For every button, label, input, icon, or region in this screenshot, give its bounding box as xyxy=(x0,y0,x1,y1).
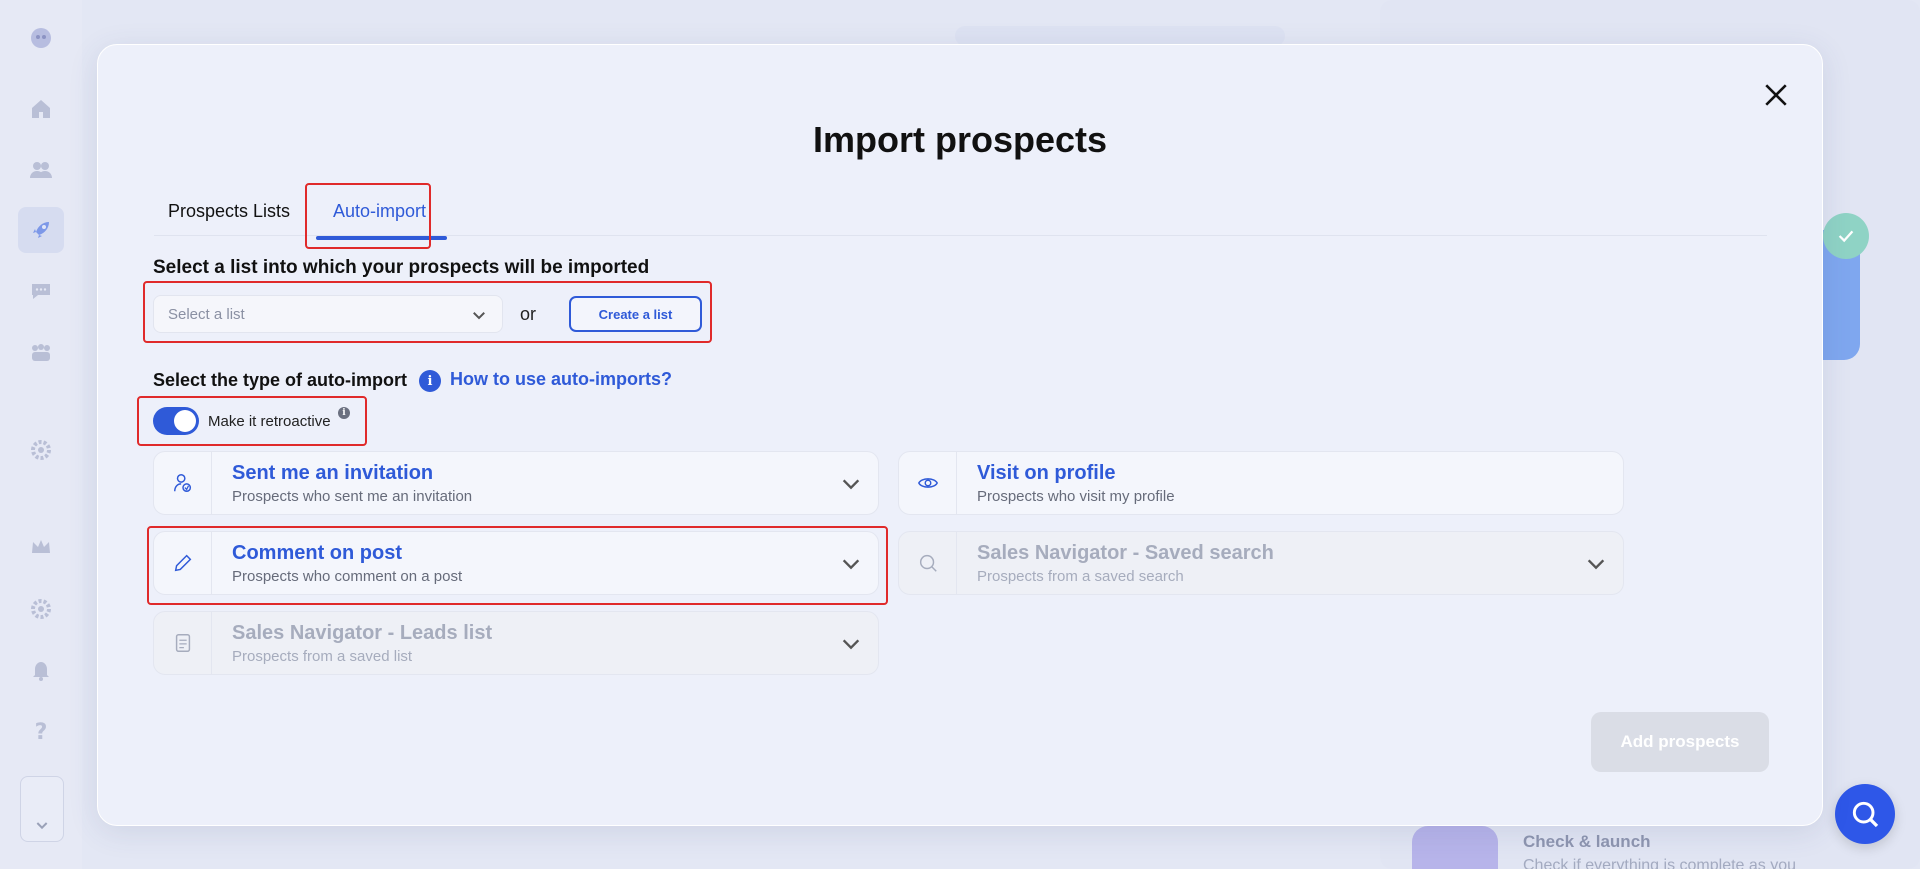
close-button[interactable] xyxy=(1759,78,1793,112)
active-tab-indicator xyxy=(316,236,447,240)
add-prospects-button[interactable]: Add prospects xyxy=(1591,712,1769,772)
bg-launch-subtitle: Check if everything is complete as you xyxy=(1523,857,1797,869)
crown-icon[interactable] xyxy=(25,531,57,563)
chevron-down-icon xyxy=(842,639,860,650)
type-section-label: Select the type of auto-import xyxy=(153,370,408,390)
option-title: Sales Navigator - Leads list xyxy=(232,622,493,644)
create-list-button[interactable]: Create a list xyxy=(569,296,702,332)
toggle-knob xyxy=(174,410,196,432)
bg-launch-title: Check & launch xyxy=(1523,832,1651,851)
option-subtitle: Prospects who sent me an invitation xyxy=(232,488,473,505)
bell-icon[interactable] xyxy=(25,654,57,686)
question-icon[interactable]: ? xyxy=(25,715,57,747)
chevron-down-icon xyxy=(842,559,860,570)
option-title: Comment on post xyxy=(232,542,402,564)
option-subtitle: Prospects from a saved search xyxy=(977,568,1184,585)
list-select-placeholder: Select a list xyxy=(168,305,245,323)
retroactive-info-icon[interactable]: i xyxy=(338,407,350,419)
bg-panel xyxy=(955,26,1285,46)
modal-title: Import prospects xyxy=(812,119,1108,160)
option-subtitle: Prospects who comment on a post xyxy=(232,568,463,585)
user-icon xyxy=(154,452,212,514)
help-chat-button[interactable] xyxy=(1835,784,1895,844)
account-menu[interactable] xyxy=(20,776,64,842)
pencil-icon xyxy=(154,532,212,594)
retroactive-toggle[interactable] xyxy=(153,407,199,435)
chevron-down-icon xyxy=(473,312,485,320)
svg-text:?: ? xyxy=(35,720,48,743)
document-icon xyxy=(154,612,212,674)
team-icon[interactable] xyxy=(25,337,57,369)
list-select[interactable]: Select a list xyxy=(153,295,503,333)
chat-icon[interactable] xyxy=(25,275,57,307)
close-icon xyxy=(1765,84,1787,106)
option-sent-invitation[interactable]: Sent me an invitation Prospects who sent… xyxy=(153,451,879,515)
option-title: Visit on profile xyxy=(977,462,1116,484)
option-title: Sent me an invitation xyxy=(232,462,434,484)
gear-icon[interactable] xyxy=(25,593,57,625)
launch-icon xyxy=(1412,826,1498,869)
import-prospects-modal: Import prospects Prospects Lists Auto-im… xyxy=(97,44,1823,826)
logo-icon[interactable] xyxy=(25,22,57,54)
retroactive-label: Make it retroactive xyxy=(208,413,331,430)
home-icon[interactable] xyxy=(25,93,57,125)
users-icon[interactable] xyxy=(25,154,57,186)
info-icon: i xyxy=(419,370,441,392)
option-subtitle: Prospects from a saved list xyxy=(232,648,413,665)
how-to-link[interactable]: How to use auto-imports? xyxy=(450,369,672,390)
option-title: Sales Navigator - Saved search xyxy=(977,542,1274,564)
option-leads-list[interactable]: Sales Navigator - Leads list Prospects f… xyxy=(153,611,879,675)
eye-icon xyxy=(899,452,957,514)
tab-prospects-lists[interactable]: Prospects Lists xyxy=(168,201,290,222)
chevron-down-icon xyxy=(36,822,48,830)
search-icon xyxy=(899,532,957,594)
or-text: or xyxy=(520,304,537,324)
search-chat-icon xyxy=(1852,801,1879,828)
option-saved-search[interactable]: Sales Navigator - Saved search Prospects… xyxy=(898,531,1624,595)
check-icon xyxy=(1823,213,1869,259)
settings-icon[interactable] xyxy=(25,434,57,466)
option-comment-post[interactable]: Comment on post Prospects who comment on… xyxy=(153,531,879,595)
sidebar: ? xyxy=(0,0,82,869)
option-subtitle: Prospects who visit my profile xyxy=(977,488,1175,505)
chevron-down-icon xyxy=(1587,559,1605,570)
option-visit-profile[interactable]: Visit on profile Prospects who visit my … xyxy=(898,451,1624,515)
chevron-down-icon xyxy=(842,479,860,490)
rocket-icon[interactable] xyxy=(18,207,64,253)
list-section-label: Select a list into which your prospects … xyxy=(153,257,650,278)
tab-auto-import[interactable]: Auto-import xyxy=(333,201,426,222)
